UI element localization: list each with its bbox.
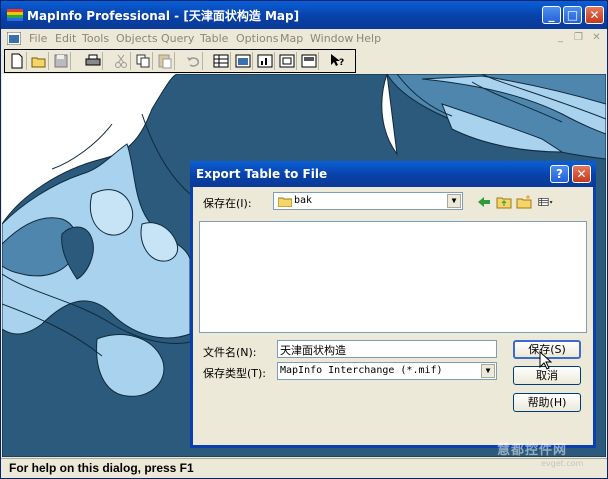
new-grapher-button[interactable]: [255, 52, 275, 70]
undo-icon: [187, 57, 200, 67]
mdi-minimize-button[interactable]: _: [554, 32, 567, 44]
file-type-select[interactable]: MapInfo Interchange (*.mif) ▼: [277, 362, 497, 380]
chevron-down-icon[interactable]: ▼: [481, 364, 495, 378]
dialog-help-button[interactable]: ?: [550, 165, 569, 183]
help-pointer-icon: ?: [331, 54, 344, 68]
paste-button[interactable]: [155, 52, 175, 70]
menu-tools[interactable]: Tools: [82, 32, 109, 45]
view-menu-icon[interactable]: [538, 194, 554, 210]
new-layout-icon: [279, 54, 295, 68]
copy-button[interactable]: [133, 52, 153, 70]
file-list[interactable]: [199, 221, 587, 333]
menu-window[interactable]: Window: [310, 32, 353, 45]
title-bar[interactable]: MapInfo Professional - [天津面状构造 Map] _ □ …: [1, 1, 607, 29]
menu-options[interactable]: Options: [236, 32, 278, 45]
new-grapher-icon: [257, 54, 273, 68]
menu-objects[interactable]: Objects: [116, 32, 158, 45]
menu-file[interactable]: File: [29, 32, 47, 45]
save-button[interactable]: [51, 52, 71, 70]
file-name-input[interactable]: 天津面状构造: [277, 340, 497, 358]
new-button[interactable]: [7, 52, 27, 70]
mapinfo-window: MapInfo Professional - [天津面状构造 Map] _ □ …: [0, 0, 608, 479]
file-type-label: 保存类型(T):: [203, 367, 267, 380]
main-toolbar: ?: [4, 49, 356, 73]
new-layout-button[interactable]: [277, 52, 297, 70]
maximize-button[interactable]: □: [563, 6, 582, 24]
folder-icon: [278, 197, 292, 207]
menu-query[interactable]: Query: [161, 32, 194, 45]
new-mapper-button[interactable]: [233, 52, 253, 70]
close-button[interactable]: ✕: [585, 6, 604, 24]
file-name-label: 文件名(N):: [203, 346, 257, 359]
save-in-label: 保存在(I):: [203, 197, 252, 210]
svg-text:?: ?: [339, 58, 344, 68]
mdi-close-button[interactable]: ✕: [590, 32, 603, 44]
minimize-button[interactable]: _: [542, 6, 561, 24]
file-name-value: 天津面状构造: [280, 344, 346, 357]
cut-button[interactable]: [111, 52, 131, 70]
window-title: MapInfo Professional - [天津面状构造 Map]: [27, 9, 300, 23]
menu-map[interactable]: Map: [280, 32, 303, 45]
menu-help[interactable]: Help: [356, 32, 381, 45]
chevron-down-icon[interactable]: ▼: [447, 194, 461, 208]
help-pointer-button[interactable]: ?: [327, 52, 347, 70]
menu-bar: File Edit Tools Objects Query Table Opti…: [1, 30, 607, 48]
menu-edit[interactable]: Edit: [55, 32, 76, 45]
dialog-title-bar[interactable]: Export Table to File ? ✕: [190, 161, 596, 187]
export-table-dialog: Export Table to File ? ✕ 保存在(I): bak ▼ 文…: [190, 161, 596, 448]
dialog-title: Export Table to File: [196, 167, 328, 181]
print-icon: [85, 54, 101, 66]
print-button[interactable]: [83, 52, 103, 70]
save-icon: [54, 54, 68, 68]
back-arrow-icon[interactable]: [476, 194, 492, 210]
save-in-select[interactable]: bak ▼: [273, 192, 463, 210]
redistrict-icon: [301, 54, 317, 68]
new-icon: [11, 53, 23, 69]
help-button[interactable]: 帮助(H): [513, 393, 581, 412]
redistrict-button[interactable]: [299, 52, 319, 70]
new-browser-icon: [213, 54, 229, 68]
copy-icon: [136, 54, 150, 68]
cut-icon: [115, 54, 127, 68]
watermark-text: 慧都控件网: [497, 443, 568, 458]
new-browser-button[interactable]: [211, 52, 231, 70]
up-folder-icon[interactable]: [496, 194, 512, 210]
new-folder-icon[interactable]: [516, 194, 532, 210]
status-bar: For help on this dialog, press F1: [1, 458, 607, 478]
undo-button[interactable]: [183, 52, 203, 70]
save-in-value: bak: [294, 195, 313, 206]
mapinfo-logo-icon: [7, 9, 23, 21]
menu-table[interactable]: Table: [200, 32, 228, 45]
file-type-value: MapInfo Interchange (*.mif): [280, 365, 443, 376]
new-mapper-icon: [235, 54, 251, 68]
status-text: For help on this dialog, press F1: [9, 461, 194, 475]
mdi-restore-button[interactable]: ❐: [572, 32, 585, 44]
map-document-icon[interactable]: [7, 32, 21, 45]
paste-icon: [158, 54, 172, 69]
dialog-close-button[interactable]: ✕: [572, 165, 591, 183]
open-icon: [31, 57, 46, 68]
open-button[interactable]: [29, 52, 49, 70]
watermark-url: evget.com: [541, 459, 584, 468]
mouse-cursor-icon: [539, 351, 553, 370]
